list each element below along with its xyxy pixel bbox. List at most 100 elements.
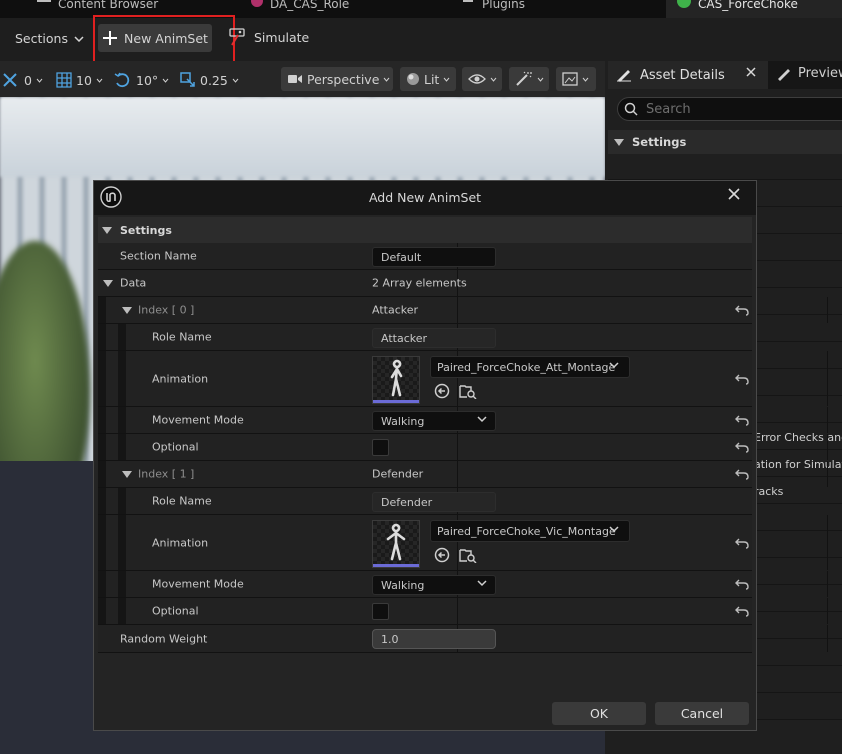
thumbnail-type-bar <box>373 400 419 403</box>
scene-sky <box>0 97 605 177</box>
chevron-down-icon <box>537 77 544 82</box>
optional-checkbox[interactable] <box>372 603 389 620</box>
tab-label: CAS_ForceChoke <box>698 0 798 11</box>
optional-checkbox[interactable] <box>372 439 389 456</box>
dialog-close-icon[interactable] <box>726 186 742 202</box>
reset-arrow-icon[interactable] <box>735 578 749 590</box>
triangle-down-icon <box>614 138 624 146</box>
grid-snap-control[interactable]: 10 <box>56 72 103 88</box>
role-name-label: Role Name <box>152 494 212 508</box>
array-index-0-row[interactable]: Index [ 0 ] Attacker <box>98 297 828 324</box>
viewport-options-dropdown[interactable] <box>556 67 596 91</box>
reset-arrow-icon[interactable] <box>735 414 749 426</box>
sections-dropdown[interactable]: Sections <box>15 31 84 46</box>
random-weight-label: Random Weight <box>120 632 208 645</box>
tab-label: Content Browser <box>58 0 159 11</box>
camera-icon <box>287 73 303 85</box>
lit-dropdown[interactable]: Lit <box>400 67 456 91</box>
reset-arrow-icon[interactable] <box>735 441 749 453</box>
index-label: Index [ 0 ] <box>138 303 195 317</box>
scale-snap-control[interactable]: 0.25 <box>180 72 239 88</box>
animation-thumbnail[interactable] <box>372 520 420 568</box>
animation-label: Animation <box>152 536 209 549</box>
scale-icon <box>180 72 196 88</box>
reset-arrow-icon[interactable] <box>735 373 749 385</box>
details-property-row[interactable] <box>608 154 842 180</box>
tab-asset-details[interactable]: Asset Details <box>608 61 768 89</box>
data-array-row[interactable]: Data 2 Array elements <box>98 270 752 297</box>
details-property-text: Error Checks and <box>754 431 842 444</box>
simulate-icon <box>228 27 248 47</box>
content-browser-icon <box>36 0 52 10</box>
movement-mode-value: Walking <box>381 415 425 428</box>
simulate-button[interactable]: Simulate <box>228 27 309 47</box>
surface-snap-icon <box>2 72 20 88</box>
character-pose-icon <box>390 359 403 397</box>
pencil-icon <box>776 67 792 81</box>
browse-asset-icon[interactable] <box>459 547 477 563</box>
cancel-button[interactable]: Cancel <box>655 702 749 725</box>
browse-asset-icon[interactable] <box>459 383 477 399</box>
pencil-icon <box>616 68 632 82</box>
random-weight-input[interactable]: 1.0 <box>372 629 496 649</box>
chevron-down-icon <box>490 77 497 82</box>
movement-mode-dropdown[interactable]: Walking <box>372 411 496 431</box>
animation-asset-picker[interactable]: Paired_ForceChoke_Att_Montage <box>430 356 630 378</box>
optional-label: Optional <box>152 440 199 454</box>
perspective-dropdown[interactable]: Perspective <box>281 67 393 91</box>
reset-arrow-icon[interactable] <box>735 537 749 549</box>
chevron-down-icon <box>582 77 589 82</box>
role-name-input[interactable]: Defender <box>372 492 496 512</box>
animation-row: Animation <box>98 351 828 407</box>
movement-mode-value: Walking <box>381 579 425 592</box>
close-tab-icon[interactable] <box>746 67 756 77</box>
animation-label: Animation <box>152 372 209 385</box>
tab-da-cas-role[interactable]: DA_CAS_Role <box>250 0 349 18</box>
animation-thumbnail[interactable] <box>372 356 420 404</box>
animation-asset-picker[interactable]: Paired_ForceChoke_Vic_Montage <box>430 520 630 542</box>
section-name-label: Section Name <box>120 249 197 263</box>
reset-arrow-icon[interactable] <box>735 304 749 316</box>
tab-plugins[interactable]: Plugins <box>460 0 525 18</box>
surface-snap-control[interactable]: 0 <box>2 72 43 88</box>
optional-row: Optional <box>98 598 828 625</box>
settings-header-label: Settings <box>632 135 687 149</box>
tab-cas-forcechoke[interactable]: CAS_ForceChoke <box>666 0 842 18</box>
index-label: Index [ 1 ] <box>138 467 195 481</box>
show-flags-dropdown[interactable] <box>462 67 502 91</box>
thumbnail-type-bar <box>373 564 419 567</box>
chevron-down-icon <box>477 580 487 587</box>
tab-preview[interactable]: Preview <box>776 66 842 81</box>
chevron-down-icon <box>383 77 390 82</box>
dialog-settings-header[interactable]: Settings <box>98 217 752 243</box>
use-selected-asset-icon[interactable] <box>434 547 450 563</box>
character-pose-icon <box>386 523 406 561</box>
perspective-label: Perspective <box>307 71 380 87</box>
reset-arrow-icon[interactable] <box>735 468 749 480</box>
effects-dropdown[interactable] <box>509 67 549 91</box>
screen-icon <box>562 72 578 86</box>
array-index-1-row[interactable]: Index [ 1 ] Defender <box>98 461 828 488</box>
details-search-input[interactable]: Search <box>617 97 842 121</box>
simulate-label: Simulate <box>254 29 310 45</box>
chevron-down-icon <box>609 362 619 369</box>
animation-row: Animation <box>98 515 828 571</box>
rotation-snap-control[interactable]: 10° <box>114 72 169 88</box>
details-property-text: racks <box>754 485 784 498</box>
details-settings-header[interactable]: Settings <box>608 130 842 154</box>
movement-mode-dropdown[interactable]: Walking <box>372 575 496 595</box>
chevron-down-icon <box>477 416 487 423</box>
asset-details-label: Asset Details <box>640 67 725 83</box>
sections-label: Sections <box>15 31 68 46</box>
ok-button[interactable]: OK <box>552 702 646 725</box>
index-value: Attacker <box>372 303 419 317</box>
role-name-input[interactable]: Attacker <box>372 328 496 348</box>
reset-arrow-icon[interactable] <box>735 605 749 617</box>
section-name-input[interactable]: Default <box>372 247 496 267</box>
eye-icon <box>468 73 486 85</box>
animation-asset-name: Paired_ForceChoke_Vic_Montage <box>437 525 616 538</box>
tab-label: Plugins <box>482 0 525 11</box>
triangle-down-icon <box>103 280 113 287</box>
cas-asset-icon <box>676 0 692 10</box>
use-selected-asset-icon[interactable] <box>434 383 450 399</box>
